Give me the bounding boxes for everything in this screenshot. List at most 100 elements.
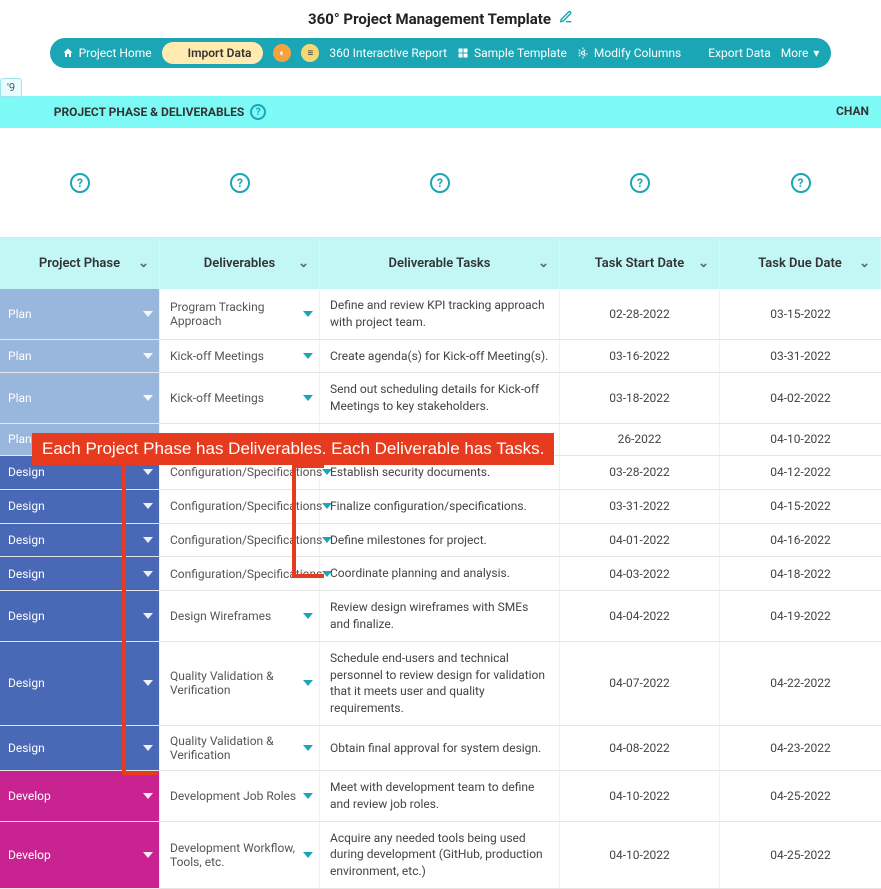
dropdown-icon[interactable] <box>303 852 313 858</box>
due-date-cell[interactable]: 04-02-2022 <box>720 373 881 423</box>
header-phase[interactable]: Project Phase⌄ <box>0 238 160 289</box>
dropdown-icon[interactable] <box>143 852 153 858</box>
due-date-cell[interactable]: 04-12-2022 <box>720 456 881 489</box>
header-due[interactable]: Task Due Date⌄ <box>720 238 881 289</box>
due-date-cell[interactable]: 04-22-2022 <box>720 642 881 725</box>
dropdown-icon[interactable] <box>143 793 153 799</box>
table-row[interactable]: PlanKick-off MeetingsSend out scheduling… <box>0 373 881 424</box>
deliverable-cell[interactable]: Development Job Roles <box>160 771 320 821</box>
help-icon[interactable]: ? <box>630 173 650 193</box>
start-date-cell[interactable]: 03-16-2022 <box>560 340 720 373</box>
task-cell[interactable]: Define milestones for project. <box>320 524 560 557</box>
help-icon[interactable]: ? <box>230 173 250 193</box>
task-cell[interactable]: Schedule end-users and technical personn… <box>320 642 560 725</box>
deliverable-cell[interactable]: Program Tracking Approach <box>160 289 320 339</box>
deliverable-label: Kick-off Meetings <box>170 349 264 363</box>
task-cell[interactable]: Meet with development team to define and… <box>320 771 560 821</box>
due-date-cell[interactable]: 04-15-2022 <box>720 490 881 523</box>
help-icon[interactable]: ? <box>430 173 450 193</box>
start-date-cell[interactable]: 04-10-2022 <box>560 822 720 888</box>
task-cell[interactable]: Send out scheduling details for Kick-off… <box>320 373 560 423</box>
deliverable-cell[interactable]: Development Workflow, Tools, etc. <box>160 822 320 888</box>
due-date-label: 04-18-2022 <box>770 567 831 581</box>
dropdown-icon[interactable] <box>303 395 313 401</box>
dropdown-icon[interactable] <box>143 395 153 401</box>
start-date-cell[interactable]: 03-31-2022 <box>560 490 720 523</box>
due-date-cell[interactable]: 04-18-2022 <box>720 557 881 590</box>
dropdown-icon[interactable] <box>303 613 313 619</box>
start-date-cell[interactable]: 04-08-2022 <box>560 726 720 770</box>
chevron-down-icon: ⌄ <box>698 256 709 271</box>
dropdown-icon[interactable] <box>303 745 313 751</box>
sample-template-button[interactable]: Sample Template <box>457 46 567 60</box>
phase-label: Design <box>8 741 45 755</box>
table-row[interactable]: Plan Program Tracking Approach Define and … <box>0 289 881 340</box>
start-date-cell[interactable]: 04-03-2022 <box>560 557 720 590</box>
dropdown-icon[interactable] <box>143 353 153 359</box>
table-row[interactable]: Plan Kick-off Meetings Create agenda(s) fo… <box>0 340 881 374</box>
due-date-cell[interactable]: 03-31-2022 <box>720 340 881 373</box>
task-cell[interactable]: Coordinate planning and analysis. <box>320 557 560 590</box>
start-date-cell[interactable]: 04-04-2022 <box>560 591 720 641</box>
start-date-cell[interactable]: 03-28-2022 <box>560 456 720 489</box>
task-cell[interactable]: Obtain final approval for system design. <box>320 726 560 770</box>
due-date-label: 04-02-2022 <box>770 391 831 405</box>
table-row[interactable]: DevelopDevelopment Workflow, Tools, etc.… <box>0 822 881 889</box>
help-icon[interactable]: ? <box>250 104 266 120</box>
due-date-cell[interactable]: 04-19-2022 <box>720 591 881 641</box>
interactive-report-button[interactable]: 360 Interactive Report <box>329 46 447 60</box>
export-data-button[interactable]: Export Data <box>691 46 770 60</box>
header-start[interactable]: Task Start Date⌄ <box>560 238 720 289</box>
header-tasks[interactable]: Deliverable Tasks⌄ <box>320 238 560 289</box>
sheet-tab[interactable]: '9 <box>0 78 22 97</box>
start-date-cell[interactable]: 02-28-2022 <box>560 289 720 339</box>
badge-yellow-icon[interactable]: ≡ <box>301 44 319 62</box>
more-button[interactable]: More ▾ <box>781 46 820 60</box>
deliverable-cell[interactable]: Design Wireframes <box>160 591 320 641</box>
edit-title-icon[interactable] <box>559 10 573 28</box>
start-date-cell[interactable]: 26-2022 <box>560 424 720 455</box>
deliverable-cell[interactable]: Kick-off Meetings <box>160 373 320 423</box>
task-cell[interactable]: Review design wireframes with SMEs and f… <box>320 591 560 641</box>
start-date-cell[interactable]: 04-01-2022 <box>560 524 720 557</box>
deliverable-cell[interactable]: Kick-off Meetings <box>160 340 320 373</box>
dropdown-icon[interactable] <box>303 311 313 317</box>
start-date-label: 03-28-2022 <box>609 465 670 479</box>
deliverable-cell[interactable]: Quality Validation & Verification <box>160 726 320 770</box>
task-cell[interactable]: Define and review KPI tracking approach … <box>320 289 560 339</box>
task-cell[interactable]: Finalize configuration/specifications. <box>320 490 560 523</box>
dropdown-icon[interactable] <box>303 353 313 359</box>
task-cell[interactable]: Acquire any needed tools being used duri… <box>320 822 560 888</box>
modify-columns-button[interactable]: Modify Columns <box>577 46 681 60</box>
phase-cell[interactable]: Plan <box>0 373 160 423</box>
badge-orange-icon[interactable]: ◐ <box>273 44 291 62</box>
start-date-cell[interactable]: 04-07-2022 <box>560 642 720 725</box>
due-date-cell[interactable]: 04-23-2022 <box>720 726 881 770</box>
due-date-cell[interactable]: 04-10-2022 <box>720 424 881 455</box>
phase-cell[interactable]: Develop <box>0 771 160 821</box>
start-date-cell[interactable]: 03-18-2022 <box>560 373 720 423</box>
header-deliverables[interactable]: Deliverables⌄ <box>160 238 320 289</box>
due-date-cell[interactable]: 04-25-2022 <box>720 822 881 888</box>
task-cell[interactable]: Create agenda(s) for Kick-off Meeting(s)… <box>320 340 560 373</box>
band-left-label: PROJECT PHASE & DELIVERABLES <box>54 105 245 119</box>
phase-cell[interactable]: Plan <box>0 289 160 339</box>
project-home-button[interactable]: Project Home <box>62 46 152 60</box>
deliverable-label: Program Tracking Approach <box>170 300 303 328</box>
due-date-cell[interactable]: 04-16-2022 <box>720 524 881 557</box>
help-icon[interactable]: ? <box>70 173 90 193</box>
deliverable-cell[interactable]: Quality Validation & Verification <box>160 642 320 725</box>
help-icon[interactable]: ? <box>791 173 811 193</box>
import-data-button[interactable]: Import Data <box>162 42 264 64</box>
due-date-label: 04-16-2022 <box>770 533 831 547</box>
phase-cell[interactable]: Plan <box>0 340 160 373</box>
due-date-cell[interactable]: 03-15-2022 <box>720 289 881 339</box>
dropdown-icon[interactable] <box>303 680 313 686</box>
table-row[interactable]: DevelopDevelopment Job RolesMeet with de… <box>0 771 881 822</box>
dropdown-icon[interactable] <box>143 311 153 317</box>
due-date-cell[interactable]: 04-25-2022 <box>720 771 881 821</box>
phase-cell[interactable]: Develop <box>0 822 160 888</box>
dropdown-icon[interactable] <box>303 793 313 799</box>
phase-label: Design <box>8 609 45 623</box>
start-date-cell[interactable]: 04-10-2022 <box>560 771 720 821</box>
